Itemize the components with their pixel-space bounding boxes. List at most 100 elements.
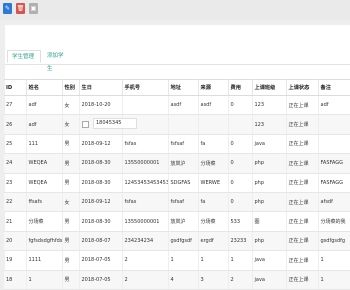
cell-fee: 0 <box>228 95 253 116</box>
cell-birthday: 2018-10-20 <box>79 95 123 116</box>
cell-address: 放岚沪 <box>168 211 199 232</box>
cell-phone: 2 <box>122 250 169 271</box>
table-row[interactable]: 24 WEQEA 男 2018-08-30 13550000001 放岚沪 分场… <box>4 153 350 174</box>
table-row[interactable]: 26 adf 女 123 正在上课 <box>4 114 350 135</box>
column-header-remark[interactable]: 备注 <box>318 79 350 96</box>
cell-phone: 234234234 <box>122 231 169 252</box>
cell-status: 正在上课 <box>286 231 319 252</box>
cell-gender: 男 <box>62 231 80 252</box>
cell-phone: 13550000001 <box>122 211 169 232</box>
cell-fee: 533 <box>228 211 253 232</box>
cell-gender: 男 <box>62 211 80 232</box>
cell-birthday: 2018-08-07 <box>79 231 123 252</box>
cell-id: 26 <box>4 114 27 135</box>
cell-source: fa <box>198 134 229 155</box>
cell-fee: 0 <box>228 192 253 213</box>
cell-source: WERWE <box>198 173 229 193</box>
table-row[interactable]: 25 111 男 2018-09-12 fsfas fsfsaf fa 0 ja… <box>4 134 350 155</box>
cell-remark: FASFAGG <box>318 173 350 193</box>
cell-gender: 女 <box>62 192 80 213</box>
cell-source: 分场菜 <box>198 153 229 174</box>
cell-id: 19 <box>4 250 27 271</box>
column-header-address[interactable]: 地址 <box>168 79 199 96</box>
cell-source: fa <box>198 192 229 213</box>
cell-source <box>198 114 229 135</box>
cell-gender: 男 <box>62 173 80 193</box>
cell-id: 21 <box>4 211 27 232</box>
cell-class: 123 <box>252 95 287 116</box>
cell-status: 正在上课 <box>286 114 319 135</box>
table-row[interactable]: 19 1111 男 2018-07-05 2 1 1 1 java 正在上课 1 <box>4 250 350 271</box>
cell-source: 分场菜 <box>198 211 229 232</box>
inline-edit-input[interactable]: 18045345 <box>93 118 137 129</box>
cell-class: 123 <box>252 114 287 135</box>
table-row[interactable]: 20 fgfsdsdgfhfds 男 2018-08-07 234234234 … <box>4 231 350 252</box>
table-row[interactable]: 22 ffsafs 女 2018-09-12 fsfas fsfsaf fa 0… <box>4 192 350 213</box>
cell-remark: 1 <box>318 250 350 271</box>
cell-fee: 0 <box>228 173 253 193</box>
column-header-name[interactable]: 姓名 <box>26 79 63 96</box>
cell-source: asdf <box>198 95 229 116</box>
cell-id: 20 <box>4 231 27 252</box>
cell-gender: 女 <box>62 114 80 135</box>
column-header-birthday[interactable]: 生日 <box>79 79 123 96</box>
cell-fee: 23233 <box>228 231 253 252</box>
table-row[interactable]: 23 WEQEA 男 2018-08-30 12453453453453 SDG… <box>4 173 350 193</box>
column-header-class[interactable]: 上课班级 <box>252 79 287 96</box>
tab-add-student[interactable]: 添加学生 <box>43 50 71 72</box>
column-header-source[interactable]: 来源 <box>198 79 229 96</box>
cell-birthday: 2018-09-12 <box>79 192 123 213</box>
cell-address: 放岚沪 <box>168 153 199 174</box>
tab-student-management[interactable]: 学生管理 <box>7 50 41 63</box>
table-row[interactable]: 21 分场菜 男 2018-08-30 13550000001 放岚沪 分场菜 … <box>4 211 350 232</box>
column-header-fee[interactable]: 费用 <box>228 79 253 96</box>
restore-icon[interactable]: ▣ <box>29 3 38 14</box>
cell-gender: 男 <box>62 134 80 155</box>
cell-birthday: 2018-07-05 <box>79 250 123 271</box>
cell-name: adf <box>26 114 63 135</box>
cell-class: 图 <box>252 211 287 232</box>
row-checkbox[interactable] <box>81 121 89 129</box>
table-row[interactable]: 27 adf 女 2018-10-20 asdf asdf 0 123 正在上课… <box>4 95 350 116</box>
cell-fee: 1 <box>228 250 253 271</box>
trash-icon[interactable]: 🗑 <box>16 3 25 14</box>
cell-address: asdf <box>168 95 199 116</box>
cell-gender: 男 <box>62 250 80 271</box>
column-header-gender[interactable]: 性别 <box>62 79 80 96</box>
cell-phone: fsfas <box>122 134 169 155</box>
cell-fee: 0 <box>228 134 253 155</box>
cell-phone <box>122 95 169 116</box>
column-header-phone[interactable]: 手机号 <box>122 79 169 96</box>
cell-remark: adf <box>318 95 350 116</box>
cell-id: 24 <box>4 153 27 174</box>
cell-address: fsfsaf <box>168 192 199 213</box>
cell-remark <box>318 114 350 135</box>
column-header-status[interactable]: 上课状态 <box>286 79 319 96</box>
cell-status: 正在上课 <box>286 95 319 116</box>
cell-address: 1 <box>168 250 199 271</box>
cell-status: 正在上课 <box>286 153 319 174</box>
students-table: ID 姓名 性别 生日 手机号 地址 来源 费用 上课班级 上课状态 备注 27… <box>4 79 350 290</box>
column-header-id[interactable]: ID <box>4 79 27 96</box>
cell-name: WEQEA <box>26 153 63 174</box>
cell-status: 正在上课 <box>286 211 319 232</box>
cell-phone: 12453453453453 <box>122 173 169 193</box>
cell-fee: 0 <box>228 153 253 174</box>
pencil-icon[interactable]: ✎ <box>3 3 12 14</box>
cell-fee <box>228 114 253 135</box>
cell-remark <box>318 134 350 155</box>
cell-address: gsdfgsdf <box>168 231 199 252</box>
cell-remark: FASFAGG <box>318 153 350 174</box>
cell-remark: afsdf <box>318 192 350 213</box>
cell-name: 1111 <box>26 250 63 271</box>
cell-class: java <box>252 134 287 155</box>
cell-phone: fsfas <box>122 192 169 213</box>
cell-remark: gsdfgsdfg <box>318 231 350 252</box>
cell-id: 23 <box>4 173 27 193</box>
cell-remark: 分场菜的我 <box>318 211 350 232</box>
cell-name: adf <box>26 95 63 116</box>
cell-source: 1 <box>198 250 229 271</box>
cell-gender: 女 <box>62 95 80 116</box>
cell-status: 正在上课 <box>286 250 319 271</box>
cell-class: php <box>252 192 287 213</box>
